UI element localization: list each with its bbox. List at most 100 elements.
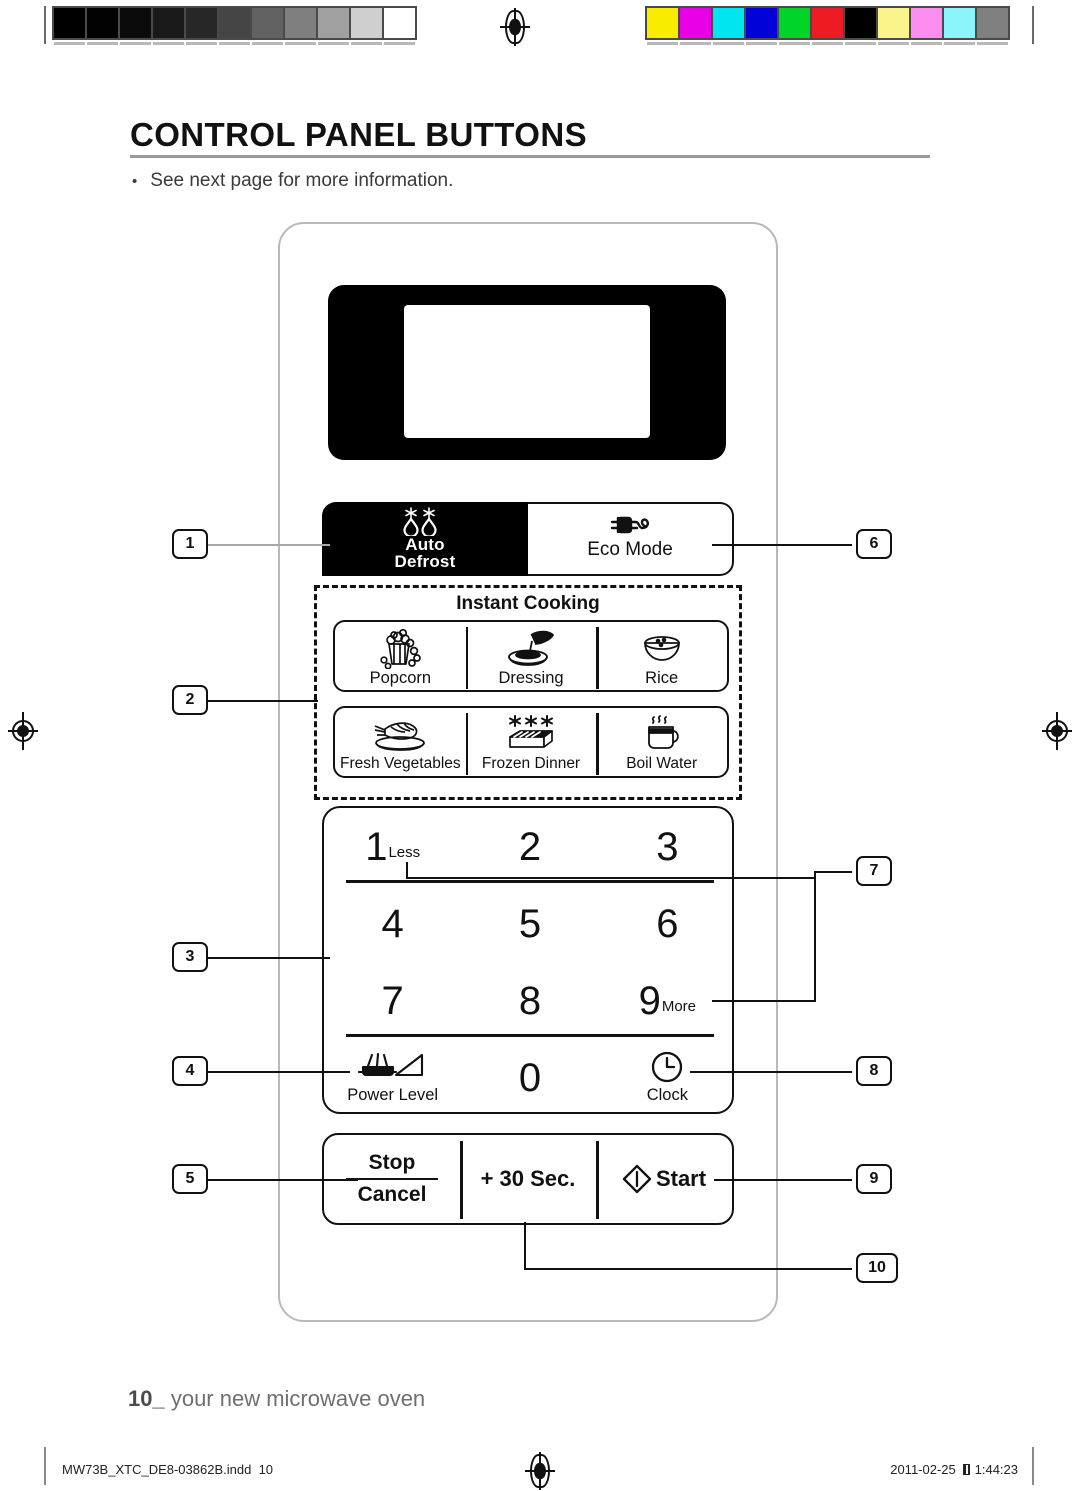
steaming-mug-icon	[638, 715, 686, 755]
cancel-label: Cancel	[357, 1183, 427, 1207]
instant-cooking-row-2: Fresh Vegetables Frozen Dinner Boil Wate…	[333, 706, 729, 778]
gray-swatch-9	[351, 8, 382, 38]
callout-2[interactable]: 2	[172, 685, 208, 715]
rice-button[interactable]: Rice	[596, 622, 727, 690]
color-swatch-9	[944, 8, 975, 38]
add-30-sec-label: + 30 Sec.	[480, 1166, 576, 1191]
callout-3[interactable]: 3	[172, 942, 208, 972]
grayscale-ticks	[54, 42, 415, 46]
auto-defrost-line1: Auto	[405, 535, 445, 554]
color-swatch-3	[746, 8, 777, 38]
eco-mode-button[interactable]: Eco Mode	[528, 502, 734, 576]
key-2[interactable]: 2	[461, 808, 598, 885]
callout-8[interactable]: 8	[856, 1056, 892, 1086]
leader-10a	[524, 1222, 526, 1270]
tick	[87, 42, 118, 45]
leader-6	[712, 544, 852, 546]
dressing-label: Dressing	[498, 669, 564, 687]
power-level-button[interactable]: Power Level	[324, 1039, 461, 1116]
tick	[153, 42, 184, 45]
key-1-sublabel: Less	[388, 844, 421, 861]
clock-label: Clock	[646, 1086, 688, 1104]
leader-7b	[406, 862, 408, 878]
bullet-icon: •	[132, 173, 138, 190]
callout-7[interactable]: 7	[856, 856, 892, 886]
instant-cooking-row-1: Popcorn Dressing Rice	[333, 620, 729, 692]
stop-cancel-divider	[346, 1177, 438, 1181]
gray-swatch-3	[153, 8, 184, 38]
grayscale-calibration-bar	[52, 6, 417, 40]
callout-4[interactable]: 4	[172, 1056, 208, 1086]
power-level-icon	[357, 1050, 428, 1084]
callout-10[interactable]: 10	[856, 1253, 898, 1283]
footer-file-text: MW73B_XTC_DE8-03862B.indd	[62, 1462, 252, 1477]
registration-mark-top	[500, 8, 530, 46]
color-swatch-10	[977, 8, 1008, 38]
key-1[interactable]: 1 Less	[324, 808, 461, 885]
folio-text: your new microwave oven	[164, 1386, 426, 1411]
fresh-vegetables-button[interactable]: Fresh Vegetables	[335, 708, 466, 776]
tick	[318, 42, 349, 45]
tick	[647, 42, 678, 45]
tick	[351, 42, 382, 45]
gray-swatch-6	[252, 8, 283, 38]
leader-3	[208, 957, 330, 959]
callout-1[interactable]: 1	[172, 529, 208, 559]
key-1-number: 1	[365, 824, 388, 869]
tick	[120, 42, 151, 45]
clock-button[interactable]: Clock	[599, 1039, 736, 1116]
key-5[interactable]: 5	[461, 885, 598, 962]
color-swatch-2	[713, 8, 744, 38]
start-diamond-icon	[622, 1164, 652, 1194]
add-30-sec-button[interactable]: + 30 Sec.	[460, 1135, 596, 1223]
frozen-dinner-button[interactable]: Frozen Dinner	[465, 708, 597, 776]
key-0[interactable]: 0	[461, 1039, 598, 1116]
callout-6[interactable]: 6	[856, 529, 892, 559]
color-ticks	[647, 42, 1008, 46]
tick	[911, 42, 942, 45]
intro-note-text: See next page for more information.	[150, 170, 454, 191]
color-swatch-1	[680, 8, 711, 38]
start-button[interactable]: Start	[596, 1135, 732, 1223]
tick	[186, 42, 217, 45]
print-calibration-strip	[0, 6, 1080, 46]
leader-7d	[712, 1000, 816, 1002]
manual-page: CONTROL PANEL BUTTONS • See next page fo…	[0, 0, 1080, 1491]
tick	[779, 42, 810, 45]
tick	[746, 42, 777, 45]
callout-9[interactable]: 9	[856, 1164, 892, 1194]
key-4[interactable]: 4	[324, 885, 461, 962]
key-8[interactable]: 8	[461, 962, 598, 1039]
tick	[845, 42, 876, 45]
key-7-number: 7	[381, 978, 404, 1023]
key-3[interactable]: 3	[599, 808, 736, 885]
color-swatch-7	[878, 8, 909, 38]
tick	[384, 42, 415, 45]
leader-8	[690, 1071, 852, 1073]
tick	[713, 42, 744, 45]
boil-water-button[interactable]: Boil Water	[596, 708, 727, 776]
key-9-sublabel: More	[661, 998, 697, 1015]
registration-mark-bottom	[525, 1452, 555, 1490]
tick	[680, 42, 711, 45]
leader-10b	[524, 1268, 852, 1270]
clock-icon	[650, 1050, 684, 1084]
key-4-number: 4	[381, 901, 404, 946]
number-keypad: 1 Less 2 3 4 5 6 7 8 9 More Power Level …	[322, 806, 734, 1114]
key-7[interactable]: 7	[324, 962, 461, 1039]
missing-glyph-icon	[963, 1464, 970, 1475]
key-6[interactable]: 6	[599, 885, 736, 962]
fresh-vegetables-label: Fresh Vegetables	[340, 755, 461, 772]
auto-defrost-button[interactable]: Auto Defrost	[322, 502, 528, 576]
key-8-number: 8	[518, 978, 542, 1023]
gray-swatch-1	[87, 8, 118, 38]
key-2-number: 2	[518, 824, 542, 869]
intro-note: • See next page for more information.	[132, 170, 832, 192]
eco-mode-label: Eco Mode	[587, 539, 673, 560]
power-plug-icon	[606, 510, 654, 540]
registration-mark-left	[8, 712, 38, 750]
dressing-button[interactable]: Dressing	[465, 622, 597, 690]
popcorn-button[interactable]: Popcorn	[335, 622, 466, 690]
callout-5[interactable]: 5	[172, 1164, 208, 1194]
gray-swatch-7	[285, 8, 316, 38]
